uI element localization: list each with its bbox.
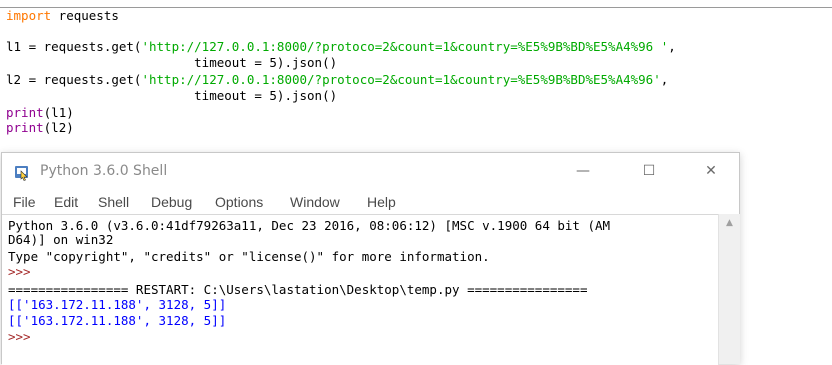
shell-output-line: [['163.172.11.188', 3128, 5]] [8, 297, 227, 312]
scroll-up-icon[interactable]: ▲ [719, 216, 740, 230]
maximize-button[interactable]: ☐ [626, 153, 672, 189]
vertical-scrollbar[interactable]: ▲ [718, 214, 740, 364]
menu-file[interactable]: File [13, 193, 36, 211]
close-button[interactable]: ✕ [688, 153, 734, 189]
code-line-1[interactable]: import requests [6, 9, 119, 23]
menu-help[interactable]: Help [367, 193, 396, 211]
python-shell-window[interactable]: Python 3.6.0 Shell — ☐ ✕ File Edit Shell… [1, 152, 740, 365]
builtin: print [6, 120, 44, 135]
menu-edit[interactable]: Edit [54, 193, 78, 211]
python-icon [14, 163, 32, 181]
code-line-3[interactable]: l1 = requests.get('http://127.0.0.1:8000… [6, 40, 676, 54]
shell-line-3: Type "copyright", "credits" or "license(… [8, 249, 490, 264]
close-icon: ✕ [705, 163, 717, 179]
menu-bar: File Edit Shell Debug Options Window Hel… [2, 190, 739, 214]
code-text: l1 = requests.get( [6, 39, 142, 54]
menu-shell[interactable]: Shell [98, 193, 129, 211]
menu-options[interactable]: Options [215, 193, 263, 211]
shell-output-area[interactable]: Python 3.6.0 (v3.6.0:41df79263a11, Dec 2… [2, 214, 718, 365]
code-line-4[interactable]: timeout = 5).json() [6, 56, 337, 70]
restart-banner: ================ RESTART: C:\Users\lasta… [8, 282, 588, 297]
code-text: requests [51, 8, 119, 23]
code-line-7[interactable]: print(l1) [6, 106, 74, 120]
editor-top-border [0, 0, 832, 8]
code-line-8[interactable]: print(l2) [6, 121, 74, 135]
maximize-icon: ☐ [642, 163, 656, 179]
minimize-button[interactable]: — [560, 153, 606, 189]
shell-line-1: Python 3.6.0 (v3.6.0:41df79263a11, Dec 2… [8, 218, 611, 233]
minimize-icon: — [576, 163, 590, 179]
code-text: , [660, 72, 669, 87]
code-text: (l1) [43, 105, 74, 120]
menu-debug[interactable]: Debug [151, 193, 192, 211]
shell-line-2: D64)] on win32 [8, 232, 114, 247]
shell-prompt: >>> [8, 264, 39, 279]
window-title: Python 3.6.0 Shell [40, 163, 168, 179]
builtin: print [6, 105, 44, 120]
shell-output-line: [['163.172.11.188', 3128, 5]] [8, 313, 227, 328]
keyword: import [6, 8, 52, 23]
title-bar[interactable]: Python 3.6.0 Shell — ☐ ✕ [2, 153, 739, 189]
code-text: , [668, 39, 676, 54]
shell-prompt: >>> [8, 329, 39, 344]
string-literal: 'http://127.0.0.1:8000/?protoco=2&count=… [141, 39, 669, 54]
code-text: l2 = requests.get( [6, 72, 142, 87]
string-literal: 'http://127.0.0.1:8000/?protoco=2&count=… [141, 72, 661, 87]
code-line-6[interactable]: timeout = 5).json() [6, 89, 337, 103]
menu-window[interactable]: Window [290, 193, 340, 211]
code-line-5[interactable]: l2 = requests.get('http://127.0.0.1:8000… [6, 73, 668, 87]
code-text: (l2) [43, 120, 74, 135]
